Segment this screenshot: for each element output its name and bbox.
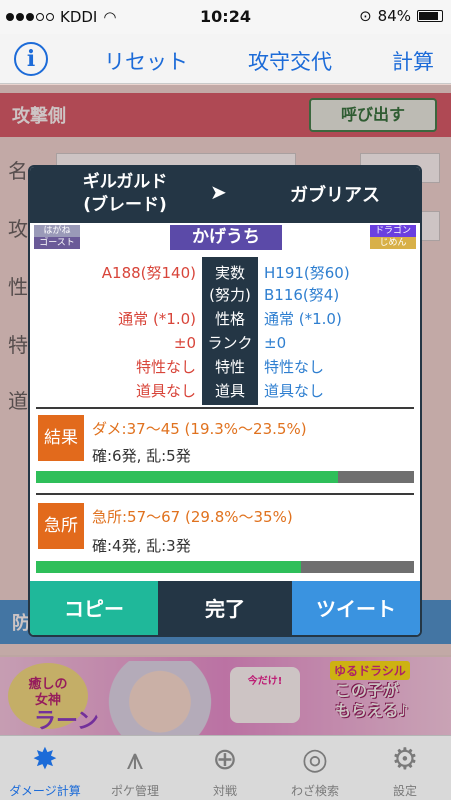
result-modal: ギルガルド (ブレード) ➤ ガブリアス はがね ゴースト かげうち ドラゴン … [28,165,422,637]
tab-damage-calc[interactable]: ✸ ダメージ計算 [0,736,90,800]
tab-poke-manage-label: ポケ管理 [110,784,159,798]
tab-settings[interactable]: ⚙ 設定 [360,736,450,800]
tweet-button[interactable]: ツイート [292,581,420,635]
tab-battle[interactable]: ⊕ 対戦 [180,736,270,800]
defender-hp: H191(努60) [264,264,350,282]
critical-damage-range: 急所:57〜67 (29.8%〜35%) [92,508,293,526]
attacker-nature: 通常 (*1.0) [118,310,196,328]
defender-defense: B116(努4) [264,286,340,304]
attacker-stats: A188(努140) 通常 (*1.0) ±0 特性なし 道具なし [36,257,196,405]
defender-types: ドラゴン じめん [370,225,416,249]
damage-range: ダメ:37〜45 (19.3%〜23.5%) [92,420,307,438]
status-bar: KDDI ◠ 10:24 ⊙ 84% [0,0,451,34]
done-button[interactable]: 完了 [158,581,292,635]
disc-icon: ◎ [301,742,329,777]
attacker-ability: 特性なし [135,358,196,376]
damage-bar [36,471,414,483]
globe-icon: ⊕ [212,742,238,777]
critical-bar-fill [36,561,301,573]
stat-label: 特性 [214,358,245,376]
attacker-types: はがね ゴースト [34,225,80,249]
stat-label: 性格 [214,310,245,328]
damage-calc-icon: ✸ [32,742,58,777]
copy-button[interactable]: コピー [30,581,158,635]
type-badge: はがね [34,225,80,237]
result-label: 結果 [38,415,84,461]
stat-labels: 実数 (努力) 性格 ランク 特性 道具 [202,257,258,405]
rabbit-ears-icon: ⩚ [126,742,144,777]
attacker-item: 道具なし [135,382,196,400]
arrow-icon: ➤ [210,180,227,204]
stat-label: 実数 [214,264,245,282]
battery-area: ⊙ 84% [359,7,443,25]
tab-poke-manage[interactable]: ⩚ ポケ管理 [90,736,180,800]
tab-bar: ✸ ダメージ計算 ⩚ ポケ管理 ⊕ 対戦 ◎ わざ検索 ⚙ 設定 [0,735,451,800]
ko-count: 確:6発, 乱:5発 [92,447,191,465]
tab-damage-calc-label: ダメージ計算 [9,784,81,798]
stat-label: 道具 [214,382,245,400]
tab-battle-label: 対戦 [212,784,237,798]
reset-button[interactable]: リセット [104,46,188,76]
critical-ko-count: 確:4発, 乱:3発 [92,537,191,555]
battery-percent: 84% [377,7,411,25]
divider [36,493,414,495]
critical-bar [36,561,414,573]
type-badge: ゴースト [34,237,80,249]
defender-rank: ±0 [264,334,287,352]
move-row: はがね ゴースト かげうち ドラゴン じめん [30,225,420,250]
attacker-name-line2: (ブレード) [83,195,167,215]
rotation-lock-icon: ⊙ [359,7,372,25]
defender-nature: 通常 (*1.0) [264,310,342,328]
tab-move-search-label: わざ検索 [290,784,339,798]
battery-icon [417,10,443,22]
critical-label: 急所 [38,503,84,549]
stat-label: (努力) [209,286,251,304]
defender-stats: H191(努60) B116(努4) 通常 (*1.0) ±0 特性なし 道具な… [264,257,414,405]
modal-footer: コピー 完了 ツイート [30,581,420,635]
matchup-header: ギルガルド (ブレード) ➤ ガブリアス [30,167,420,223]
type-badge: じめん [370,237,416,249]
tab-settings-label: 設定 [392,784,417,798]
defender-item: 道具なし [264,382,325,400]
stat-comparison: A188(努140) 通常 (*1.0) ±0 特性なし 道具なし 実数 (努力… [36,257,414,405]
gear-icon: ⚙ [391,742,419,777]
attacker-rank: ±0 [173,334,196,352]
stat-label: ランク [207,334,253,352]
top-navigation: i リセット 攻守交代 計算 [0,34,451,84]
attacker-name: ギルガルド (ブレード) [60,171,190,217]
type-badge: ドラゴン [370,225,416,237]
tab-move-search[interactable]: ◎ わざ検索 [270,736,360,800]
defender-ability: 特性なし [264,358,325,376]
info-button[interactable]: i [14,42,48,76]
damage-bar-fill [36,471,339,483]
divider [36,407,414,409]
swap-button[interactable]: 攻守交代 [248,46,332,76]
defender-name: ガブリアス [290,185,380,206]
attacker-stat: A188(努140) [101,264,196,282]
attacker-name-line1: ギルガルド [82,172,168,192]
calculate-button[interactable]: 計算 [392,46,434,76]
move-name: かげうち [170,225,282,250]
